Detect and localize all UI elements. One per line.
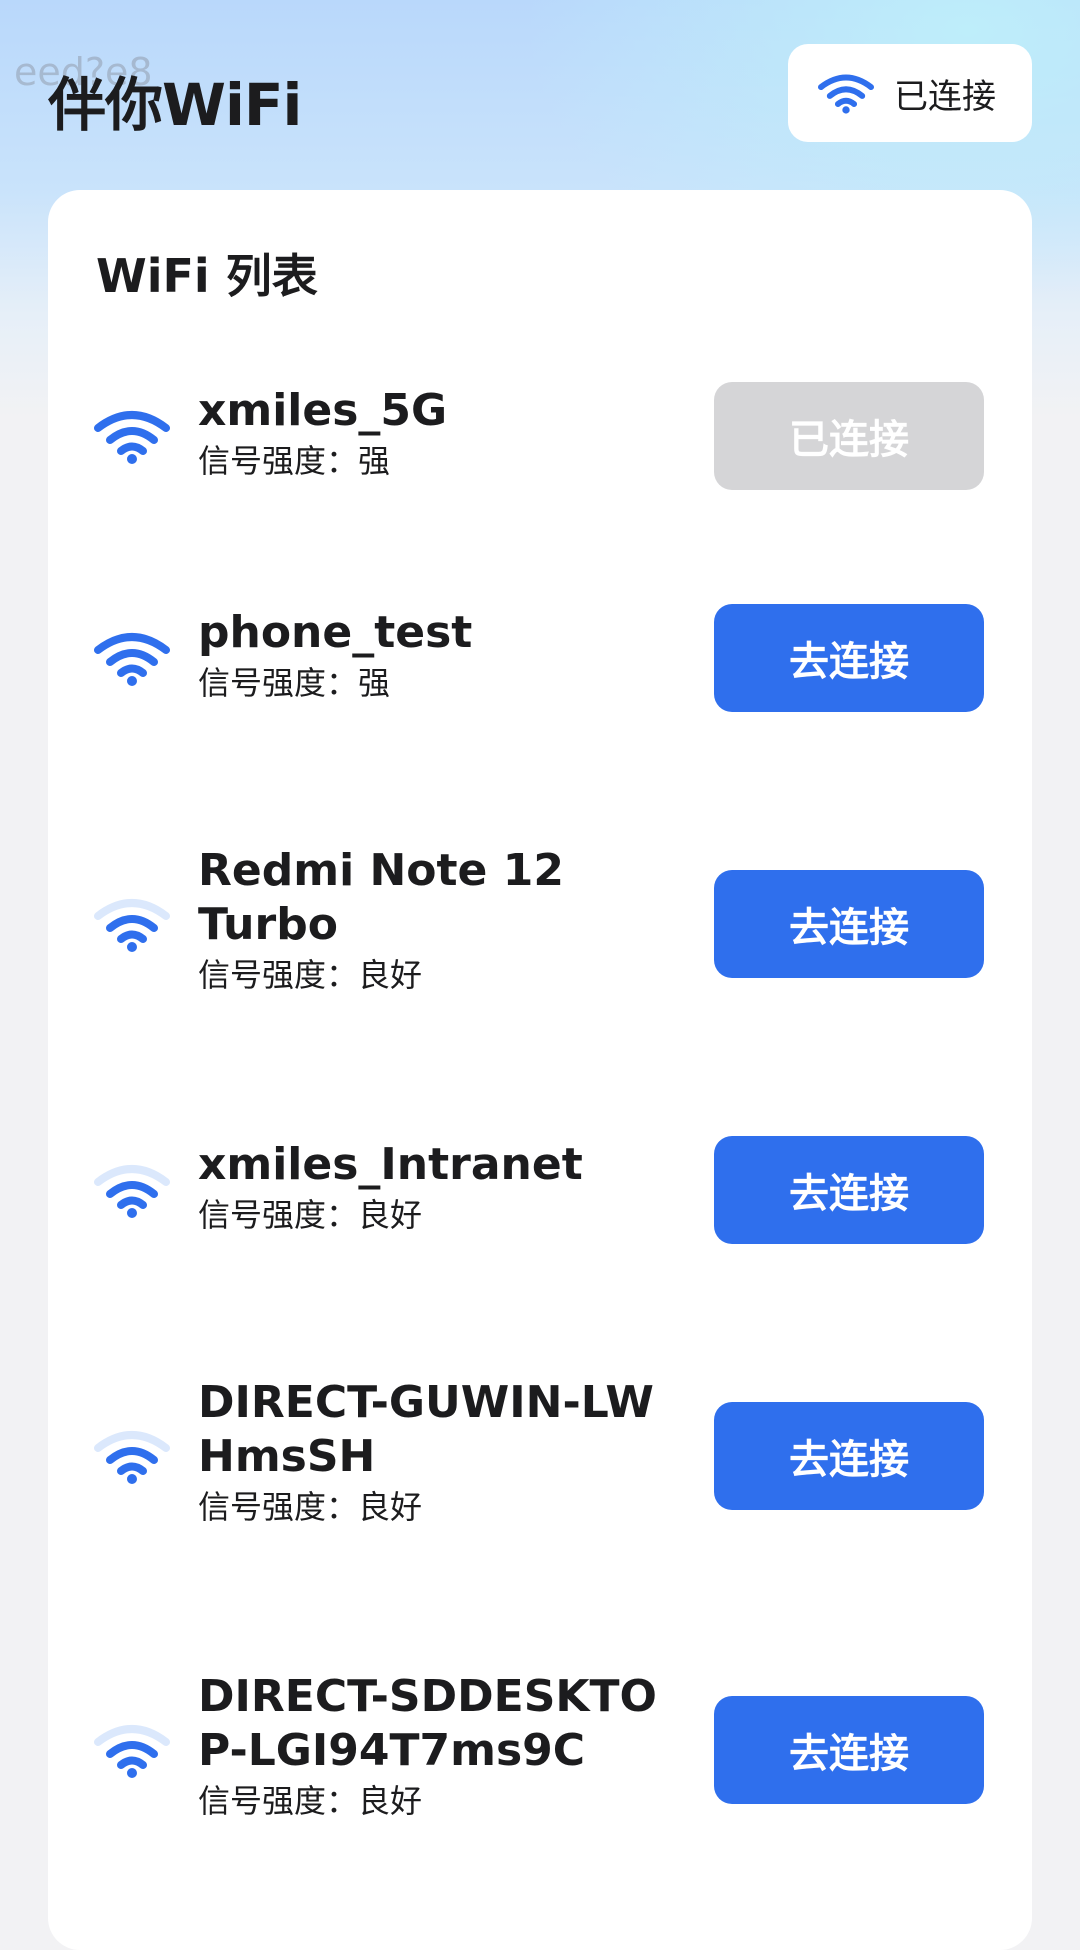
app-title: 伴你WiFi [48,71,302,139]
wifi-signal-strong-icon [94,411,170,464]
wifi-item-text: DIRECT-GUWIN-LWHmsSH 信号强度：良好 [198,1376,698,1528]
wifi-signal-strength: 信号强度：强 [198,664,391,702]
wifi-signal-strong-icon [94,633,170,686]
wifi-signal-strength: 信号强度：良好 [198,956,423,994]
wifi-signal-good-icon [94,1165,170,1218]
connection-status-pill[interactable]: 已连接 [788,44,1032,142]
wifi-ssid: phone_test [198,607,473,658]
connect-button[interactable]: 去连接 [714,870,984,978]
connected-button[interactable]: 已连接 [714,382,984,490]
wifi-signal-good-icon [94,1431,170,1484]
connect-button[interactable]: 去连接 [714,1402,984,1510]
connect-button[interactable]: 去连接 [714,1696,984,1804]
wifi-list-card: WiFi 列表 xmiles_5G 信号强度：强 已连接 phone_test … [48,190,1032,1950]
wifi-item-text: DIRECT-SDDESKTOP-LGI94T7ms9C 信号强度：良好 [198,1670,698,1822]
wifi-signal-strength: 信号强度：良好 [198,1488,423,1526]
wifi-item-text: xmiles_Intranet 信号强度：良好 [198,1138,698,1236]
wifi-signal-good-icon [94,899,170,952]
wifi-item-text: phone_test 信号强度：强 [198,606,698,704]
connection-status-label: 已连接 [894,76,996,117]
wifi-signal-good-icon [94,1725,170,1778]
wifi-ssid: DIRECT-GUWIN-LWHmsSH [198,1377,654,1482]
wifi-item-text: xmiles_5G 信号强度：强 [198,384,698,482]
wifi-icon [818,74,874,114]
wifi-signal-strength: 信号强度：良好 [198,1782,423,1820]
wifi-ssid: xmiles_5G [198,385,448,436]
wifi-ssid: xmiles_Intranet [198,1139,583,1190]
wifi-item-text: Redmi Note 12 Turbo 信号强度：良好 [198,844,698,996]
wifi-ssid: Redmi Note 12 Turbo [198,845,564,950]
wifi-signal-strength: 信号强度：强 [198,442,391,480]
wifi-signal-strength: 信号强度：良好 [198,1196,423,1234]
wifi-ssid: DIRECT-SDDESKTOP-LGI94T7ms9C [198,1671,657,1776]
connect-button[interactable]: 去连接 [714,604,984,712]
connect-button[interactable]: 去连接 [714,1136,984,1244]
wifi-list-title: WiFi 列表 [96,249,318,303]
